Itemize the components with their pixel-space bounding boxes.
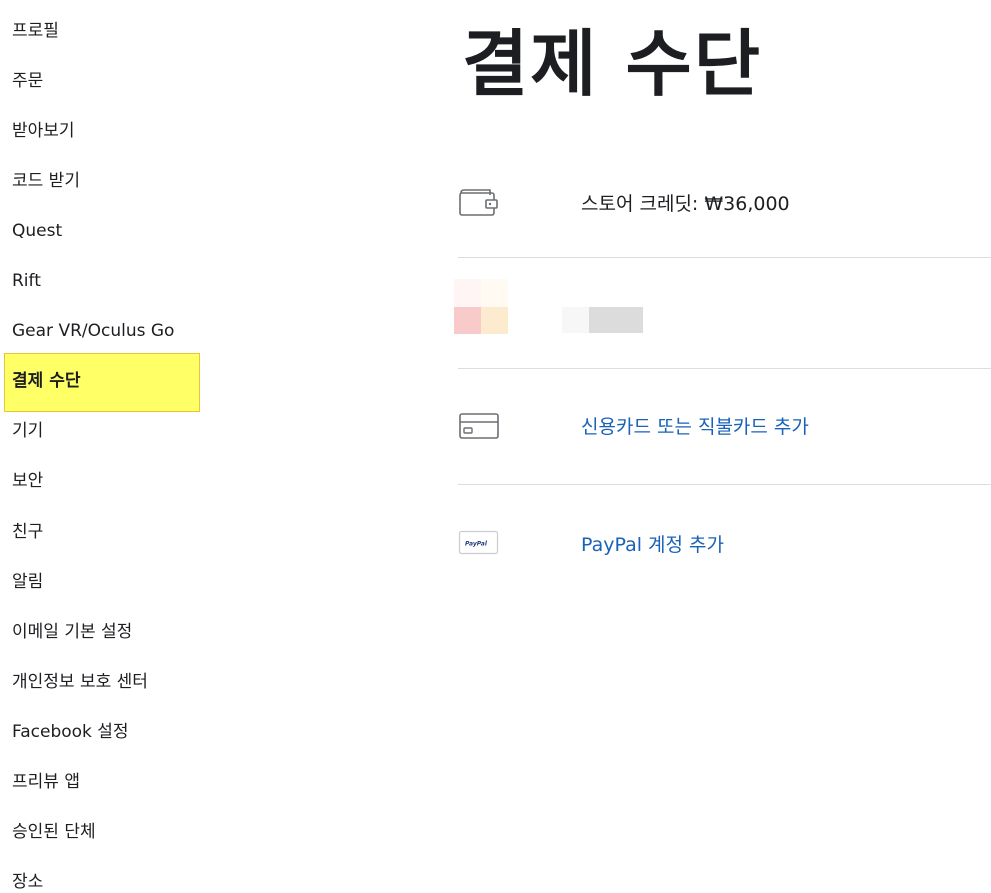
sidebar-item-facebook-settings[interactable]: Facebook 설정: [12, 721, 129, 743]
card-logo-redacted: [481, 279, 508, 307]
divider: [458, 257, 991, 258]
sidebar-item-redeem-code[interactable]: 코드 받기: [12, 170, 80, 192]
card-number-redacted: [562, 307, 589, 333]
sidebar-item-authorized-orgs[interactable]: 승인된 단체: [12, 821, 96, 843]
sidebar-item-subscriptions[interactable]: 받아보기: [12, 120, 75, 142]
sidebar-item-profile[interactable]: 프로필: [12, 20, 59, 42]
wallet-icon: [458, 187, 500, 221]
sidebar-item-locations[interactable]: 장소: [12, 871, 43, 893]
sidebar-item-orders[interactable]: 주문: [12, 70, 43, 92]
paypal-icon: PayPal: [458, 530, 500, 560]
store-credit-row: 스토어 크레딧: ₩36,000: [458, 184, 991, 224]
card-number-redacted: [589, 307, 643, 333]
store-credit-balance: 스토어 크레딧: ₩36,000: [581, 193, 790, 215]
card-logo-redacted: [454, 307, 481, 334]
sidebar-item-notifications[interactable]: 알림: [12, 571, 43, 593]
sidebar-item-email-preferences[interactable]: 이메일 기본 설정: [12, 621, 132, 643]
saved-payment-method-row[interactable]: [454, 279, 991, 339]
sidebar-item-payment-methods[interactable]: 결제 수단: [12, 370, 80, 392]
page-title: 결제 수단: [462, 22, 763, 106]
sidebar-item-friends[interactable]: 친구: [12, 521, 43, 543]
sidebar-item-security[interactable]: 보안: [12, 470, 43, 492]
sidebar-item-preview-apps[interactable]: 프리뷰 앱: [12, 771, 80, 793]
add-paypal-link[interactable]: PayPal 계정 추가: [581, 533, 724, 557]
card-logo-redacted: [454, 279, 481, 307]
add-paypal-row[interactable]: PayPal PayPal 계정 추가: [458, 524, 991, 564]
sidebar-item-gearvr-go[interactable]: Gear VR/Oculus Go: [12, 320, 174, 342]
add-card-row[interactable]: 신용카드 또는 직불카드 추가: [458, 406, 991, 446]
divider: [458, 368, 991, 369]
sidebar-item-devices[interactable]: 기기: [12, 420, 43, 442]
paypal-icon-text: PayPal: [465, 541, 488, 548]
divider: [458, 484, 991, 485]
sidebar-item-privacy-center[interactable]: 개인정보 보호 센터: [12, 671, 148, 693]
card-logo-redacted: [481, 307, 508, 334]
credit-card-icon: [458, 412, 500, 444]
sidebar-item-quest[interactable]: Quest: [12, 220, 62, 242]
add-card-link[interactable]: 신용카드 또는 직불카드 추가: [581, 415, 809, 439]
sidebar-item-rift[interactable]: Rift: [12, 270, 41, 292]
